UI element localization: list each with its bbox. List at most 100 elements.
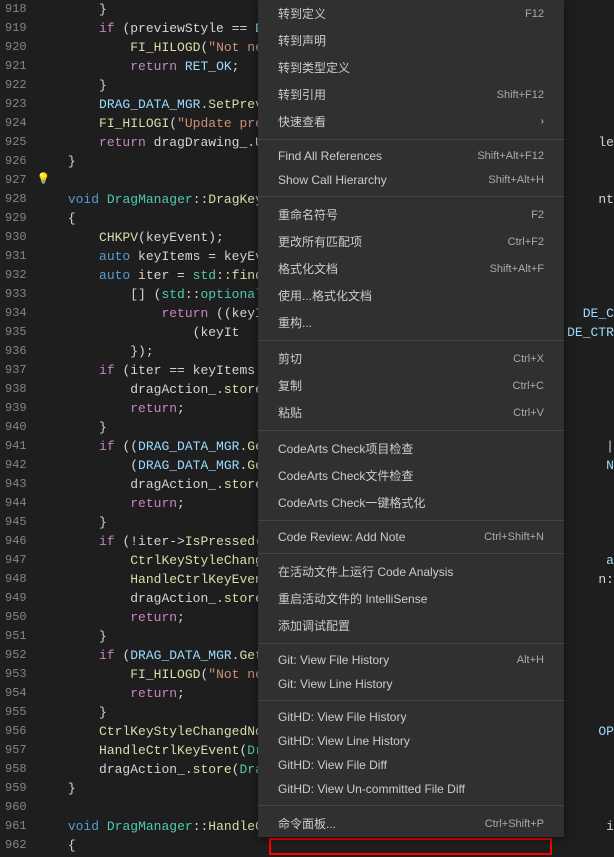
menu-item-shortcut: Shift+Alt+H [488, 174, 544, 186]
line-number: 934 [5, 304, 27, 323]
menu-item-label: 重构... [278, 314, 312, 331]
menu-item-label: 重命名符号 [278, 206, 338, 223]
menu-item[interactable]: 命令面板...Ctrl+Shift+P [258, 810, 564, 837]
menu-item-shortcut: Ctrl+X [513, 353, 544, 365]
menu-item[interactable]: 在活动文件上运行 Code Analysis [258, 558, 564, 585]
menu-item[interactable]: GitHD: View File History [258, 705, 564, 729]
line-number: 959 [5, 779, 27, 798]
menu-item[interactable]: GitHD: View Line History [258, 729, 564, 753]
menu-item-label: 重启活动文件的 IntelliSense [278, 590, 427, 607]
line-number: 962 [5, 836, 27, 855]
context-menu: 转到定义 F12 转到声明转到类型定义转到引用 Shift+F12 快速查看 › Find … [258, 0, 564, 837]
menu-item-label: Find All References [278, 149, 382, 163]
menu-item-label: 转到类型定义 [278, 59, 350, 76]
line-number: 952 [5, 646, 27, 665]
menu-item-shortcut: Ctrl+Shift+N [484, 531, 544, 543]
menu-item[interactable]: CodeArts Check文件检查 [258, 462, 564, 489]
menu-item-label: GitHD: View File History [278, 710, 406, 724]
menu-item-shortcut: Shift+Alt+F12 [477, 150, 544, 162]
menu-item[interactable]: GitHD: View File Diff [258, 753, 564, 777]
menu-item[interactable]: 剪切 Ctrl+X [258, 345, 564, 372]
line-number: 927 [5, 171, 27, 190]
line-number: 942 [5, 456, 27, 475]
line-number: 935 [5, 323, 27, 342]
menu-item[interactable]: 使用...格式化文档 [258, 282, 564, 309]
line-number: 949 [5, 589, 27, 608]
menu-item[interactable]: 快速查看 › [258, 108, 564, 135]
menu-item[interactable]: 转到定义 F12 [258, 0, 564, 27]
line-number: 933 [5, 285, 27, 304]
menu-item-label: 在活动文件上运行 Code Analysis [278, 563, 453, 580]
menu-item-label: 使用...格式化文档 [278, 287, 372, 304]
menu-separator [258, 643, 564, 644]
line-number: 924 [5, 114, 27, 133]
menu-item[interactable]: GitHD: View Un-committed File Diff [258, 777, 564, 801]
menu-item-shortcut: Shift+Alt+F [490, 263, 544, 275]
line-number: 939 [5, 399, 27, 418]
line-number: 921 [5, 57, 27, 76]
menu-item[interactable]: Code Review: Add Note Ctrl+Shift+N [258, 525, 564, 549]
line-number: 938 [5, 380, 27, 399]
menu-separator [258, 700, 564, 701]
menu-item-shortcut: F12 [525, 8, 544, 20]
menu-item-label: 快速查看 [278, 113, 326, 130]
line-number: 944 [5, 494, 27, 513]
menu-item-label: 剪切 [278, 350, 302, 367]
menu-item-label: 转到引用 [278, 86, 326, 103]
menu-item-label: Code Review: Add Note [278, 530, 405, 544]
line-number: 932 [5, 266, 27, 285]
menu-item[interactable]: 重构... [258, 309, 564, 336]
menu-separator [258, 553, 564, 554]
line-number: 958 [5, 760, 27, 779]
menu-separator [258, 520, 564, 521]
menu-item[interactable]: 转到引用 Shift+F12 [258, 81, 564, 108]
menu-item-label: CodeArts Check文件检查 [278, 467, 413, 484]
menu-item-shortcut: Ctrl+Shift+P [485, 818, 544, 830]
line-number: 923 [5, 95, 27, 114]
menu-item-label: CodeArts Check一键格式化 [278, 494, 425, 511]
line-number: 947 [5, 551, 27, 570]
menu-item-label: Git: View Line History [278, 677, 393, 691]
menu-item-label: 转到定义 [278, 5, 326, 22]
menu-item[interactable]: Git: View File HistoryAlt+H [258, 648, 564, 672]
line-number: 945 [5, 513, 27, 532]
menu-item[interactable]: Git: View Line History [258, 672, 564, 696]
line-number: 919 [5, 19, 27, 38]
menu-item[interactable]: 转到类型定义 [258, 54, 564, 81]
line-number-gutter: 9189199209219229239249259269279289299309… [0, 0, 37, 857]
menu-item[interactable]: 格式化文档Shift+Alt+F [258, 255, 564, 282]
menu-item-label: GitHD: View File Diff [278, 758, 387, 772]
line-number: 936 [5, 342, 27, 361]
menu-item[interactable]: 重命名符号F2 [258, 201, 564, 228]
code-line[interactable]: { [37, 836, 614, 855]
menu-item[interactable]: CodeArts Check项目检查 [258, 435, 564, 462]
line-number: 930 [5, 228, 27, 247]
line-number: 937 [5, 361, 27, 380]
line-number: 957 [5, 741, 27, 760]
menu-item-label: 复制 [278, 377, 302, 394]
menu-item-label: Git: View File History [278, 653, 389, 667]
line-number: 961 [5, 817, 27, 836]
line-number: 954 [5, 684, 27, 703]
menu-item[interactable]: 重启活动文件的 IntelliSense [258, 585, 564, 612]
line-number: 926 [5, 152, 27, 171]
line-number: 918 [5, 0, 27, 19]
menu-item[interactable]: 转到声明 [258, 27, 564, 54]
line-number: 956 [5, 722, 27, 741]
menu-item-shortcut: Shift+F12 [497, 89, 544, 101]
chevron-right-icon: › [541, 116, 544, 127]
line-number: 950 [5, 608, 27, 627]
menu-item[interactable]: Show Call HierarchyShift+Alt+H [258, 168, 564, 192]
menu-item-shortcut: Ctrl+V [513, 407, 544, 419]
menu-item[interactable]: Find All References Shift+Alt+F12 [258, 144, 564, 168]
line-number: 928 [5, 190, 27, 209]
menu-item[interactable]: 更改所有匹配项Ctrl+F2 [258, 228, 564, 255]
line-number: 955 [5, 703, 27, 722]
line-number: 951 [5, 627, 27, 646]
menu-item[interactable]: 添加调试配置 [258, 612, 564, 639]
menu-item[interactable]: 复制Ctrl+C [258, 372, 564, 399]
line-number: 931 [5, 247, 27, 266]
menu-item[interactable]: 粘贴Ctrl+V [258, 399, 564, 426]
menu-item[interactable]: CodeArts Check一键格式化 [258, 489, 564, 516]
line-number: 929 [5, 209, 27, 228]
